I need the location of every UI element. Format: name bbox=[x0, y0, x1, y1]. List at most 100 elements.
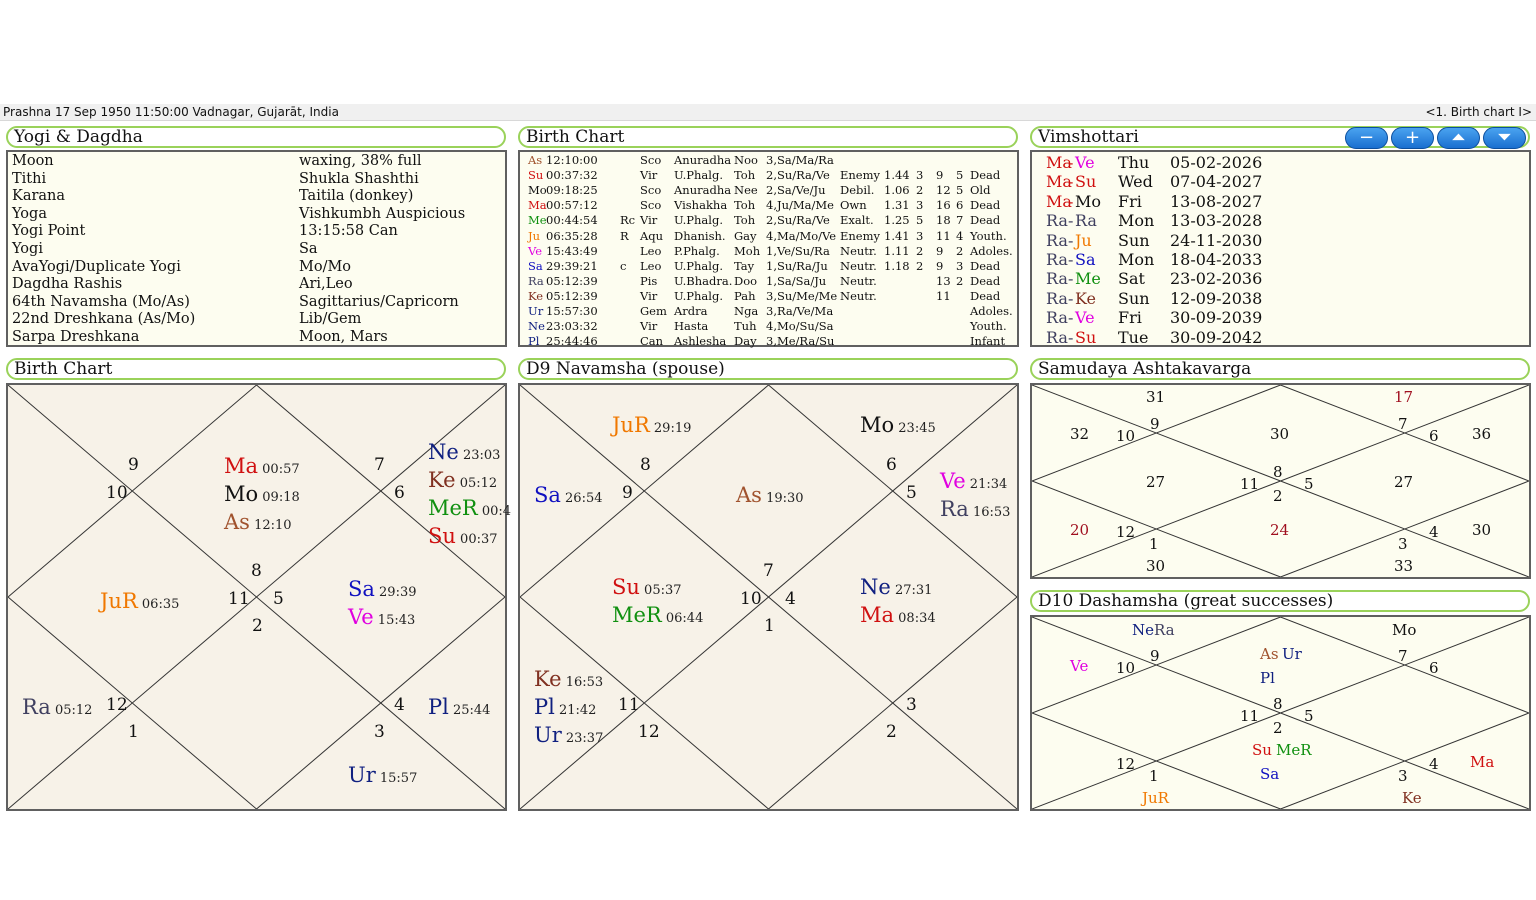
cell-deg: 00:57:12 bbox=[546, 198, 598, 213]
planet-ke[interactable]: Ke 05:12 bbox=[428, 468, 497, 492]
planet-pl[interactable]: Pl 21:42 bbox=[534, 695, 596, 719]
planet-mer[interactable]: MeR 00:4 bbox=[428, 496, 511, 520]
scroll-up-button[interactable]: ⏶ bbox=[1437, 127, 1480, 149]
dasha-day: Tue bbox=[1118, 327, 1149, 347]
dasha-separator: - bbox=[1068, 230, 1074, 250]
cell-sh: 1.41 bbox=[884, 228, 910, 243]
planet-as[interactable]: As 12:10 bbox=[224, 510, 292, 534]
planet-mer[interactable]: MeR bbox=[1276, 741, 1312, 759]
planet-sa[interactable]: Sa 26:54 bbox=[534, 483, 603, 507]
planet-mo[interactable]: Mo 09:18 bbox=[224, 482, 300, 506]
planet-ur[interactable]: Ur 15:57 bbox=[348, 763, 417, 787]
dasha-day: Sun bbox=[1118, 288, 1150, 308]
yogi-row: Tithi Shukla Shashthi bbox=[12, 171, 502, 188]
planet-ma[interactable]: Ma 00:57 bbox=[224, 454, 300, 478]
house-number: 11 bbox=[1240, 707, 1260, 725]
panel-title-birth-chart[interactable]: Birth Chart bbox=[6, 358, 506, 380]
planet-ne[interactable]: Ne 27:31 bbox=[860, 575, 932, 599]
planet-ve[interactable]: Ve bbox=[1070, 657, 1088, 675]
yogi-value: waxing, 38% full bbox=[299, 153, 422, 169]
planet-as[interactable]: As bbox=[1260, 645, 1279, 663]
planet-pl[interactable]: Pl 25:44 bbox=[428, 695, 490, 719]
cell-sign: Pis bbox=[640, 273, 658, 288]
cell-nak2: Nga bbox=[734, 304, 759, 318]
planet-jur[interactable]: JuR 29:19 bbox=[612, 413, 691, 437]
expand-button[interactable]: + bbox=[1391, 127, 1434, 149]
planet-as[interactable]: As 19:30 bbox=[736, 483, 804, 507]
planet-sa[interactable]: Sa 29:39 bbox=[348, 577, 417, 601]
planet-ma[interactable]: Ma bbox=[1470, 753, 1494, 771]
panel-title-ashtakavarga[interactable]: Samudaya Ashtakavarga bbox=[1030, 358, 1530, 380]
planet-ve[interactable]: Ve 15:43 bbox=[348, 605, 415, 629]
panel-title-dashamsha[interactable]: D10 Dashamsha (great successes) bbox=[1030, 590, 1530, 612]
cell-age: Dead bbox=[970, 273, 1001, 288]
title-bar: Prashna 17 Sep 1950 11:50:00 Vadnagar, G… bbox=[0, 104, 1536, 121]
yogi-row: Sarpa Dreshkana Moon, Mars bbox=[12, 329, 502, 346]
cell-deg: 06:35:28 bbox=[546, 228, 598, 243]
cell-n1: 3 bbox=[916, 198, 924, 213]
planet-jur[interactable]: JuR bbox=[1142, 789, 1169, 807]
cell-deg: 29:39:21 bbox=[546, 258, 598, 273]
collapse-button[interactable]: − bbox=[1345, 127, 1388, 149]
cell-age: Adoles. bbox=[970, 304, 1013, 318]
planet-su[interactable]: Su bbox=[1252, 741, 1272, 759]
antar-lord: Ra bbox=[1075, 211, 1097, 231]
cell-p: Me bbox=[528, 213, 547, 228]
planet-su[interactable]: Su 05:37 bbox=[612, 575, 682, 599]
yogi-value: Vishkumbh Auspicious bbox=[299, 205, 466, 222]
yogi-key: 64th Navamsha (Mo/As) bbox=[12, 293, 190, 310]
cell-n2: 18 bbox=[936, 213, 951, 228]
planet-sa[interactable]: Sa bbox=[1260, 765, 1279, 783]
house-number: 11 bbox=[1240, 475, 1260, 493]
planet-mo[interactable]: Mo bbox=[1392, 621, 1416, 639]
house-number: 6 bbox=[1429, 427, 1439, 445]
planet-ke[interactable]: Ke 16:53 bbox=[534, 667, 603, 691]
planet-jur[interactable]: JuR 06:35 bbox=[100, 589, 179, 613]
planet-name: JuR bbox=[612, 413, 650, 437]
planet-ve[interactable]: Ve 21:34 bbox=[940, 469, 1007, 493]
planet-ur[interactable]: Ur 23:37 bbox=[534, 723, 603, 747]
chart-selector[interactable]: <1. Birth chart I> bbox=[1425, 105, 1532, 119]
dasha-date: 30-09-2042 bbox=[1170, 327, 1263, 347]
house-number: 5 bbox=[1304, 707, 1314, 725]
dasha-separator: - bbox=[1068, 250, 1074, 269]
planet-name: Ur bbox=[348, 763, 376, 787]
planet-mer[interactable]: MeR 06:44 bbox=[612, 603, 703, 627]
planet-degree: 08:34 bbox=[894, 611, 936, 626]
ashtaka-score: 24 bbox=[1270, 521, 1290, 539]
planet-su[interactable]: Su 00:37 bbox=[428, 524, 498, 548]
planet-ma[interactable]: Ma 08:34 bbox=[860, 603, 936, 627]
cell-p: Ma bbox=[528, 198, 547, 213]
cell-p: Su bbox=[528, 168, 544, 183]
planet-ra[interactable]: Ra bbox=[1154, 621, 1175, 639]
planet-ra[interactable]: Ra 16:53 bbox=[940, 497, 1010, 521]
planet-ur[interactable]: Ur bbox=[1282, 645, 1302, 663]
house-number: 6 bbox=[1429, 659, 1439, 677]
planet-ne[interactable]: Ne bbox=[1132, 621, 1154, 639]
yogi-value: Mo/Mo bbox=[299, 258, 352, 275]
dasha-separator: - bbox=[1068, 269, 1074, 289]
yogi-value: Sagittarius/Capricorn bbox=[299, 293, 459, 310]
cell-nak2: Gay bbox=[734, 228, 757, 243]
planet-ne[interactable]: Ne 23:03 bbox=[428, 440, 500, 464]
cell-age: Infant bbox=[970, 334, 1006, 349]
planet-name: Su bbox=[428, 524, 456, 548]
panel-title-birth-table[interactable]: Birth Chart bbox=[518, 126, 1018, 148]
planet-degree: 29:39 bbox=[374, 585, 417, 600]
house-number: 4 bbox=[1429, 523, 1439, 541]
planet-ra[interactable]: Ra 05:12 bbox=[22, 695, 92, 719]
planet-mo[interactable]: Mo 23:45 bbox=[860, 413, 936, 437]
antar-lord: Su bbox=[1075, 327, 1097, 347]
planet-name: Ke bbox=[428, 468, 456, 492]
panel-title-navamsha[interactable]: D9 Navamsha (spouse) bbox=[518, 358, 1018, 380]
cell-nak2: Tuh bbox=[734, 319, 757, 334]
yogi-row: Yogi Sa bbox=[12, 241, 502, 258]
planet-ke[interactable]: Ke bbox=[1402, 789, 1422, 807]
scroll-down-button[interactable]: ⏷ bbox=[1483, 127, 1526, 149]
yogi-value: Shukla Shashthi bbox=[299, 170, 419, 187]
planet-degree: 06:44 bbox=[661, 611, 704, 626]
cell-p: Ke bbox=[528, 288, 544, 303]
ashtaka-score: 30 bbox=[1270, 425, 1290, 443]
planet-pl[interactable]: Pl bbox=[1260, 669, 1275, 687]
panel-title-yogi[interactable]: Yogi & Dagdha bbox=[6, 126, 506, 148]
